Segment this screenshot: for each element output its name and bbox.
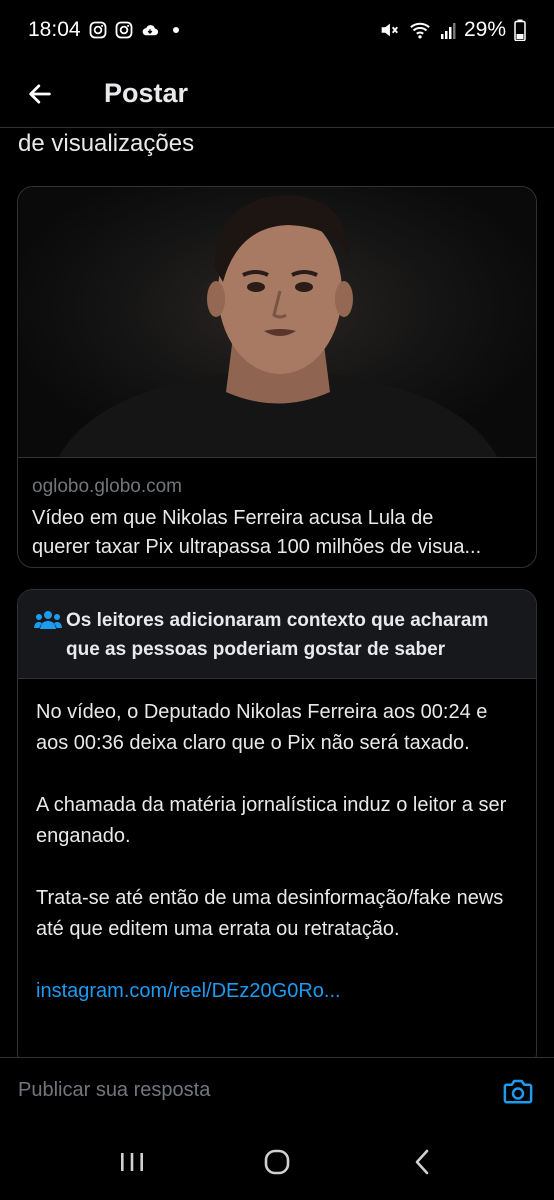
back-button[interactable] bbox=[0, 60, 80, 128]
status-right: 29% bbox=[378, 18, 526, 42]
note-paragraph-1: No vídeo, o Deputado Nikolas Ferreira ao… bbox=[36, 701, 488, 754]
reply-input[interactable]: Publicar sua resposta bbox=[18, 1079, 500, 1102]
battery-percent: 29% bbox=[463, 18, 506, 41]
home-button[interactable] bbox=[247, 1132, 307, 1192]
system-nav-bar bbox=[0, 1123, 554, 1200]
notification-dot bbox=[172, 27, 179, 33]
chevron-left-icon bbox=[415, 1149, 428, 1174]
signal-icon bbox=[440, 23, 456, 39]
recents-icon bbox=[121, 1152, 144, 1171]
mute-icon bbox=[381, 23, 398, 37]
note-source-link[interactable]: instagram.com/reel/DEz20G0Ro... bbox=[36, 980, 341, 1002]
link-thumbnail bbox=[18, 187, 536, 458]
page-title: Postar bbox=[104, 78, 189, 108]
instagram-icon bbox=[89, 21, 106, 39]
back-nav-button[interactable] bbox=[392, 1132, 452, 1192]
arrow-left-icon bbox=[29, 83, 51, 104]
status-time: 18:04 bbox=[28, 18, 81, 41]
wifi-icon bbox=[410, 22, 430, 39]
instagram-icon bbox=[115, 21, 132, 39]
status-bar: 18:04 29% bbox=[0, 0, 554, 60]
community-note-body: No vídeo, o Deputado Nikolas Ferreira ao… bbox=[18, 679, 536, 1007]
people-icon bbox=[34, 611, 62, 629]
screen: 18:04 29% Postar de visualizações oglobo… bbox=[0, 0, 554, 1200]
link-meta: oglobo.globo.com Vídeo em que Nikolas Fe… bbox=[18, 458, 536, 562]
note-paragraph-3: Trata-se até então de uma desinformação/… bbox=[36, 887, 504, 940]
link-title-line-2: querer taxar Pix ultrapassa 100 milhões … bbox=[32, 536, 482, 558]
status-left: 18:04 bbox=[28, 18, 179, 42]
reply-bar: Publicar sua resposta bbox=[0, 1057, 554, 1123]
community-note-title: Os leitores adicionaram contexto que ach… bbox=[66, 610, 489, 660]
video-thumbnail-image bbox=[58, 195, 498, 457]
link-card[interactable]: oglobo.globo.com Vídeo em que Nikolas Fe… bbox=[17, 186, 537, 568]
recent-apps-button[interactable] bbox=[102, 1132, 162, 1192]
link-domain: oglobo.globo.com bbox=[32, 476, 182, 497]
community-note: Os leitores adicionaram contexto que ach… bbox=[17, 589, 537, 1069]
home-icon bbox=[264, 1149, 290, 1174]
camera-icon bbox=[503, 1079, 533, 1103]
camera-button[interactable] bbox=[500, 1073, 536, 1109]
link-title-line-1: Vídeo em que Nikolas Ferreira acusa Lula… bbox=[32, 507, 434, 529]
community-note-header: Os leitores adicionaram contexto que ach… bbox=[18, 590, 536, 679]
note-paragraph-2: A chamada da matéria jornalística induz … bbox=[36, 794, 507, 847]
cloud-icon bbox=[142, 25, 158, 36]
top-app-bar: Postar bbox=[0, 60, 554, 128]
battery-icon bbox=[514, 19, 526, 41]
tweet-text: de visualizações bbox=[18, 130, 195, 157]
